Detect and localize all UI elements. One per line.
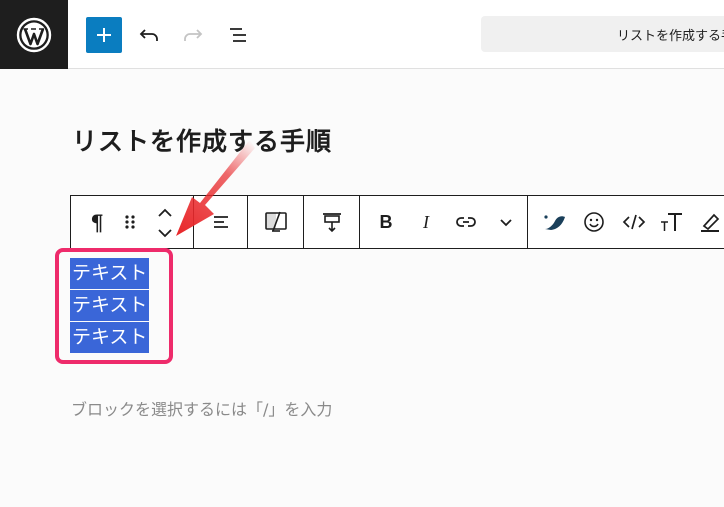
format-group: B I	[360, 196, 528, 248]
align-button[interactable]	[203, 204, 239, 240]
document-overview-button[interactable]	[220, 17, 256, 53]
font-size-icon	[661, 213, 682, 231]
plus-icon	[97, 28, 111, 42]
heading-block[interactable]: リストを作成する手順	[72, 122, 332, 158]
plugin-button[interactable]	[536, 204, 572, 240]
move-buttons	[153, 204, 177, 242]
italic-icon: I	[423, 211, 429, 232]
editor-top-bar: リストを作成する手順	[0, 0, 724, 69]
document-bar[interactable]: リストを作成する手順	[481, 16, 724, 52]
align-icon	[214, 216, 228, 228]
redo-button[interactable]	[175, 17, 211, 53]
list-view-icon	[230, 28, 246, 42]
code-icon	[622, 214, 646, 230]
emoji-icon	[584, 212, 604, 232]
image-replace-icon	[265, 211, 287, 232]
align-group	[194, 196, 248, 248]
vertical-align-button[interactable]	[314, 204, 350, 240]
redo-icon	[184, 29, 203, 41]
paragraph-button[interactable]: ¶	[79, 204, 115, 240]
bold-button[interactable]: B	[368, 204, 404, 240]
wordpress-icon[interactable]	[0, 0, 68, 69]
drag-handle[interactable]	[113, 204, 147, 240]
image-replace-button[interactable]	[258, 204, 294, 240]
more-options-icon	[500, 219, 512, 227]
more-formats-button[interactable]	[488, 204, 524, 240]
font-size-button[interactable]	[654, 204, 690, 240]
document-title: リストを作成する手順	[617, 29, 724, 44]
vertical-align-icon	[323, 213, 341, 233]
highlight-icon	[701, 213, 720, 232]
italic-button[interactable]: I	[408, 204, 444, 240]
block-placeholder[interactable]: ブロックを選択するには「/」を入力	[71, 396, 332, 420]
add-block-button[interactable]	[86, 17, 122, 53]
paragraph-icon: ¶	[90, 209, 104, 235]
code-button[interactable]	[616, 204, 652, 240]
annotation-highlight-box	[55, 248, 173, 364]
emoji-button[interactable]	[576, 204, 612, 240]
undo-button[interactable]	[131, 17, 167, 53]
block-type-group: ¶	[71, 196, 194, 248]
move-down-icon[interactable]	[158, 229, 172, 238]
drag-handle-icon	[125, 215, 135, 229]
move-up-icon[interactable]	[158, 208, 172, 217]
highlight-button[interactable]	[692, 204, 724, 240]
plugin-group	[528, 196, 724, 248]
bold-icon: B	[379, 211, 393, 232]
plugin-icon	[544, 215, 565, 230]
link-button[interactable]	[448, 204, 484, 240]
block-toolbar: ¶ B I	[70, 195, 724, 249]
media-group	[248, 196, 304, 248]
vertical-align-group	[304, 196, 360, 248]
undo-icon	[139, 29, 158, 41]
link-icon	[456, 217, 476, 227]
